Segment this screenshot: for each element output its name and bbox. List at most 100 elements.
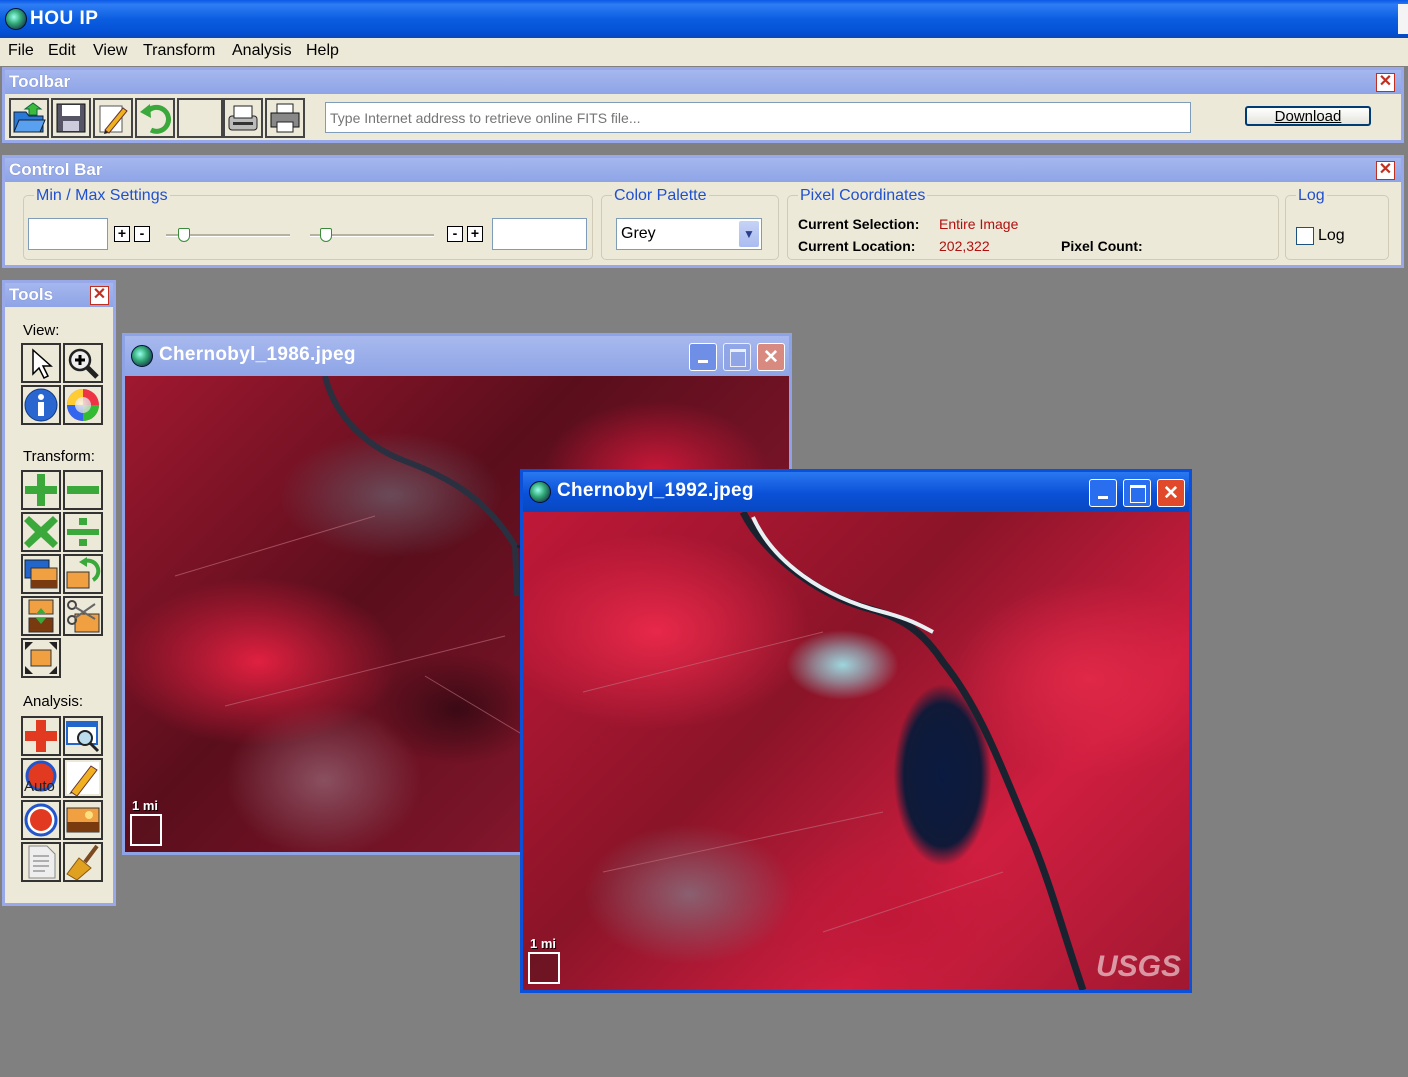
menu-help[interactable]: Help	[306, 42, 339, 60]
menu-view[interactable]: View	[93, 42, 127, 60]
flip-tool[interactable]	[21, 596, 61, 636]
image-tool[interactable]	[63, 800, 103, 840]
info-icon	[24, 388, 58, 422]
close-button[interactable]: ✕	[1157, 479, 1185, 507]
menu-transform[interactable]: Transform	[143, 42, 215, 60]
menu-edit[interactable]: Edit	[48, 42, 76, 60]
plus-icon	[25, 474, 57, 506]
url-input[interactable]	[325, 102, 1191, 133]
color-palette-select[interactable]: Grey ▼	[616, 218, 762, 250]
image-window-1986-title-bar[interactable]: Chernobyl_1986.jpeg ✕	[125, 336, 789, 376]
resize-arrows-icon	[25, 642, 57, 674]
divide-tool[interactable]	[63, 512, 103, 552]
log-group: Log Log	[1285, 187, 1389, 260]
image-window-1992-title-bar[interactable]: Chernobyl_1992.jpeg ✕	[523, 472, 1189, 512]
save-disk-icon	[56, 103, 86, 133]
menu-file[interactable]: File	[8, 42, 34, 60]
toolbar-panel: Toolbar ✕ Download	[2, 67, 1404, 143]
document-tool[interactable]	[21, 842, 61, 882]
undo-button[interactable]	[135, 98, 175, 138]
min-value-field[interactable]	[28, 218, 108, 250]
zoom-tool[interactable]	[63, 343, 103, 383]
broom-icon	[66, 844, 99, 880]
color-wheel-icon	[67, 389, 99, 421]
layers-tool[interactable]	[21, 554, 61, 594]
zoom-in-icon	[68, 348, 99, 379]
min-slider-thumb[interactable]	[178, 228, 190, 242]
color-palette-title: Color Palette	[612, 187, 709, 205]
current-location-value: 202,322	[939, 238, 990, 254]
draw-tool[interactable]	[63, 758, 103, 798]
scale-bar: 1 mi	[528, 936, 568, 986]
image-canvas-1992[interactable]: 1 mi USGS	[523, 512, 1189, 990]
rotate-image-icon	[66, 557, 101, 589]
control-bar-close-icon[interactable]: ✕	[1376, 161, 1395, 180]
download-button[interactable]: Download	[1245, 106, 1371, 126]
blank-button[interactable]	[177, 98, 223, 138]
auto-tool[interactable]: Auto	[21, 758, 61, 798]
minimize-button[interactable]	[689, 343, 717, 371]
red-cross-icon	[25, 720, 57, 752]
record-tool[interactable]	[21, 800, 61, 840]
add-tool[interactable]	[21, 470, 61, 510]
crop-tool[interactable]	[63, 596, 103, 636]
image-window-1992: Chernobyl_1992.jpeg ✕ 1 mi USGS	[520, 469, 1192, 993]
close-icon: ✕	[1163, 483, 1179, 504]
edit-button[interactable]	[93, 98, 133, 138]
cursor-arrow-icon	[32, 348, 53, 380]
maximize-icon	[730, 349, 746, 367]
flip-vertical-icon	[28, 599, 54, 633]
info-tool[interactable]	[21, 385, 61, 425]
river-overlay	[582, 512, 1087, 990]
scale-box	[130, 814, 162, 846]
toolbar-close-icon[interactable]: ✕	[1376, 73, 1395, 92]
current-selection-label: Current Selection:	[798, 216, 920, 232]
max-slider-thumb[interactable]	[320, 228, 332, 242]
resize-tool[interactable]	[21, 638, 61, 678]
image-stack-icon	[24, 559, 58, 589]
max-plus-button[interactable]: +	[467, 226, 483, 242]
minimize-icon	[698, 360, 708, 363]
maximize-button[interactable]	[723, 343, 751, 371]
scanner-button[interactable]	[223, 98, 263, 138]
toolbar-title-bar: Toolbar ✕	[5, 70, 1401, 94]
undo-arrow-icon	[140, 104, 171, 134]
open-button[interactable]	[9, 98, 49, 138]
log-checkbox[interactable]	[1296, 227, 1314, 245]
scale-bar: 1 mi	[130, 798, 170, 848]
rotate-tool[interactable]	[63, 554, 103, 594]
window-edge	[1398, 4, 1408, 34]
multiply-tool[interactable]	[21, 512, 61, 552]
minus-icon	[67, 486, 99, 494]
tools-close-icon[interactable]: ✕	[90, 286, 109, 305]
magnify-window-icon	[66, 721, 100, 753]
control-bar-title: Control Bar	[9, 160, 103, 179]
subtract-tool[interactable]	[63, 470, 103, 510]
cross-tool[interactable]	[21, 716, 61, 756]
image-window-1986-title: Chernobyl_1986.jpeg	[159, 344, 356, 365]
max-minus-button[interactable]: -	[447, 226, 463, 242]
color-tool[interactable]	[63, 385, 103, 425]
menu-analysis[interactable]: Analysis	[232, 42, 292, 60]
print-button[interactable]	[265, 98, 305, 138]
multiply-icon	[24, 516, 58, 548]
minmax-title: Min / Max Settings	[34, 187, 170, 205]
tools-title: Tools	[9, 285, 54, 304]
minimize-button[interactable]	[1089, 479, 1117, 507]
pointer-tool[interactable]	[21, 343, 61, 383]
close-button[interactable]: ✕	[757, 343, 785, 371]
max-value-field[interactable]	[492, 218, 587, 250]
maximize-button[interactable]	[1123, 479, 1151, 507]
log-title: Log	[1296, 187, 1327, 205]
record-circle-icon	[24, 803, 58, 837]
app-title-bar[interactable]: HOU IP	[0, 0, 1408, 38]
chevron-down-icon[interactable]: ▼	[739, 221, 759, 247]
min-plus-button[interactable]: +	[114, 226, 130, 242]
inspect-tool[interactable]	[63, 716, 103, 756]
min-minus-button[interactable]: -	[134, 226, 150, 242]
control-bar-panel: Control Bar ✕ Min / Max Settings + - - +…	[2, 155, 1404, 268]
save-button[interactable]	[51, 98, 91, 138]
clear-tool[interactable]	[63, 842, 103, 882]
usgs-watermark: USGS	[1095, 950, 1181, 983]
pixel-count-label: Pixel Count:	[1061, 238, 1143, 254]
